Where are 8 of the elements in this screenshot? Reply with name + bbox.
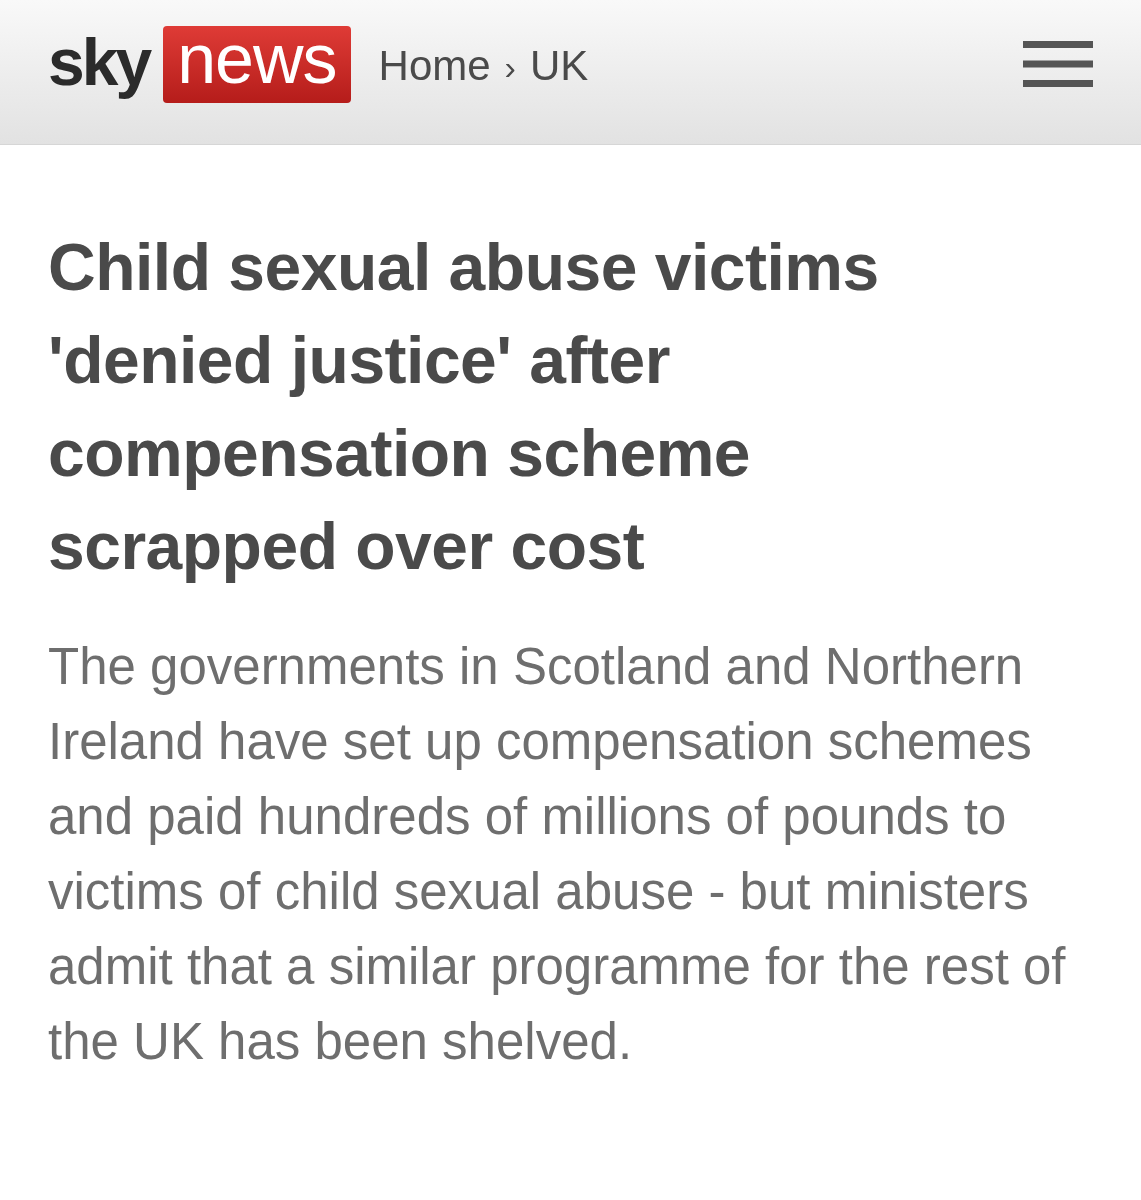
article-standfirst: The governments in Scotland and Northern Ireland have set up compensation schemes and paid hundreds of millions of pounds to victims of child sexual abuse - but ministers admit that a similar programme for the rest of the UK has been shelved. (48, 637, 1067, 1072)
menu-button[interactable] (1023, 41, 1093, 87)
breadcrumb-separator: › (504, 50, 516, 84)
menu-icon (1023, 41, 1093, 87)
logo-badge[interactable]: news (163, 25, 351, 103)
breadcrumb-link[interactable]: Home (378, 45, 491, 87)
article-headline: Child sexual abuse victims 'denied justice' after compensation scheme scrapped over cost (48, 229, 880, 585)
breadcrumb-link[interactable]: UK (529, 45, 589, 87)
